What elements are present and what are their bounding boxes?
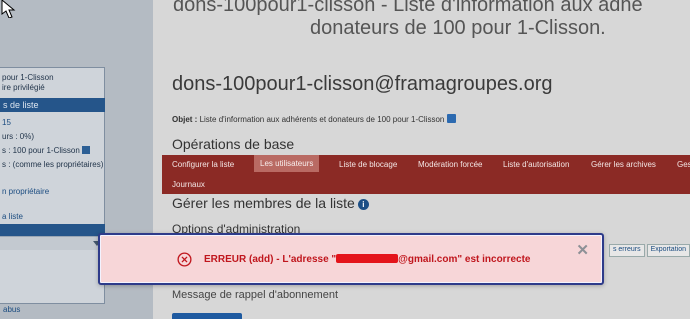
bounce-rate: urs : 0%): [2, 132, 35, 141]
tab-errors[interactable]: s erreurs: [608, 244, 645, 257]
list-info-panel: pour 1-Clisson ire privilégié s de liste…: [0, 67, 105, 304]
error-message: ERREUR (add) - L'adresse " @gmail.com" es…: [204, 254, 531, 265]
page-title-line2: donateurs de 100 pour 1-Clisson.: [310, 17, 606, 39]
tab-export[interactable]: Exportation: [646, 244, 690, 257]
tab-archives[interactable]: Gérer les archives: [591, 160, 656, 169]
tab-blocklist[interactable]: Liste de blocage: [339, 160, 397, 169]
error-alert: ERREUR (add) - L'adresse " @gmail.com" es…: [98, 233, 604, 285]
sidebar-active-item[interactable]: [0, 224, 105, 236]
add-owner-link[interactable]: n propriétaire: [2, 187, 49, 196]
tab-logs[interactable]: Journaux: [172, 180, 205, 189]
owner-line: s : 100 pour 1-Clisson: [2, 146, 90, 155]
redacted-email: [336, 254, 399, 263]
sidebar-select[interactable]: [0, 236, 105, 250]
subscriber-count[interactable]: 15: [2, 118, 11, 127]
tab-configure[interactable]: Configurer la liste: [172, 160, 234, 169]
close-button[interactable]: ✕: [576, 241, 589, 259]
list-address: dons-100pour1-clisson@framagroupes.org: [172, 73, 553, 95]
tab-moderation[interactable]: Modération forcée: [418, 160, 482, 169]
mouse-cursor-icon: [1, 0, 16, 18]
page-title-line1: dons-100pour1-clisson - Liste d'informat…: [173, 0, 643, 16]
edit-icon[interactable]: [81, 146, 90, 154]
tab-authorization[interactable]: Liste d'autorisation: [503, 160, 569, 169]
members-heading: Gérer les membres de la liste i: [172, 195, 369, 211]
admin-nav-bar: Configurer la liste Les utilisateurs Lis…: [162, 155, 690, 194]
list-section-header[interactable]: s de liste: [0, 98, 105, 112]
privilege-status: ire privilégié: [2, 83, 45, 92]
error-circle-x-icon: [177, 252, 192, 267]
tab-users[interactable]: Les utilisateurs: [254, 155, 320, 172]
abuse-link[interactable]: abus: [3, 305, 20, 314]
tab-more[interactable]: Ges: [677, 160, 690, 169]
operations-heading: Opérations de base: [172, 136, 295, 152]
list-name: pour 1-Clisson: [2, 73, 54, 82]
reminder-heading: Message de rappel d'abonnement: [172, 289, 338, 301]
subtab-bar: s erreurs Exportation: [607, 244, 690, 257]
list-link[interactable]: a liste: [2, 212, 23, 221]
send-reminder-button[interactable]: [172, 313, 242, 319]
info-icon[interactable]: i: [357, 199, 369, 210]
list-subject: Objet : Liste d'information aux adhérent…: [172, 114, 457, 124]
edit-icon[interactable]: [447, 114, 457, 123]
moderator-line: s : (comme les propriétaires): [2, 160, 104, 169]
